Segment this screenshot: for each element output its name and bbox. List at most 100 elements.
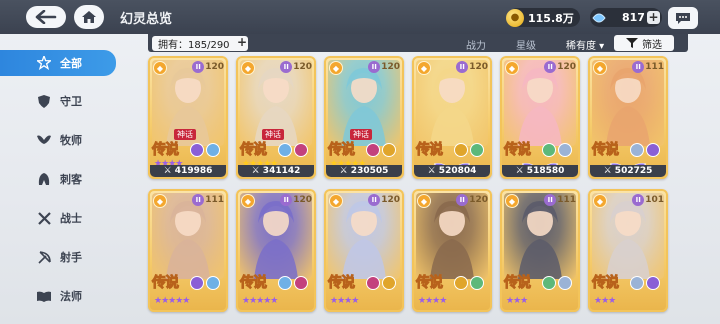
power-value: ⚔ 341142 bbox=[238, 165, 314, 177]
level-badge-icon: II bbox=[368, 61, 381, 73]
rarity-label: 传说 bbox=[416, 275, 444, 292]
filter-bar: 拥有：185/290 + 战力 星级 稀有度 ▾ 筛选 bbox=[148, 34, 688, 52]
level-indicator: II 120 bbox=[368, 61, 400, 73]
class-badge-icon: ◆ bbox=[241, 61, 255, 75]
level-badge-icon: II bbox=[456, 61, 469, 73]
expand-slots-button[interactable]: + bbox=[236, 36, 248, 49]
level-indicator: II 101 bbox=[632, 194, 664, 206]
home-button[interactable] bbox=[74, 5, 104, 29]
level-indicator: II 111 bbox=[632, 61, 664, 73]
filter-button[interactable]: 筛选 bbox=[614, 35, 674, 51]
sidebar-item-warrior[interactable]: 战士 bbox=[0, 206, 116, 230]
level-indicator: II 120 bbox=[280, 61, 312, 73]
power-value: ⚔ 230505 bbox=[326, 165, 402, 177]
level-indicator: II 120 bbox=[192, 61, 224, 73]
spirit-card[interactable]: ◆ II 120 传说 ⚔ 518580 bbox=[500, 56, 580, 179]
top-bar: 幻灵总览 ● 115.8万 817 + bbox=[0, 0, 720, 34]
element-icon bbox=[470, 143, 484, 157]
level-badge-icon: II bbox=[632, 61, 645, 73]
class-badge-icon: ◆ bbox=[329, 194, 343, 208]
sidebar-item-label: 守卫 bbox=[60, 95, 82, 108]
spirit-card[interactable]: ◆ II 111 传说 ⚔ 502725 bbox=[588, 56, 668, 179]
rarity-label: 传说 bbox=[152, 275, 180, 292]
element-icon bbox=[454, 143, 468, 157]
level-badge-icon: II bbox=[192, 194, 205, 206]
element-icon bbox=[630, 276, 644, 290]
gold-currency: ● 115.8万 bbox=[506, 8, 580, 27]
power-value: ⚔ 502725 bbox=[590, 165, 666, 177]
gold-coin-icon: ● bbox=[506, 8, 524, 27]
star-rating: ★★★★★ bbox=[242, 296, 278, 306]
class-badge-icon: ◆ bbox=[241, 194, 255, 208]
element-icon bbox=[190, 143, 204, 157]
star-rating: ★★★★ bbox=[418, 296, 447, 306]
home-icon bbox=[82, 11, 96, 23]
element-icon bbox=[366, 276, 380, 290]
rarity-label: 传说 bbox=[504, 275, 532, 292]
element-icon bbox=[542, 276, 556, 290]
add-gems-button[interactable]: + bbox=[647, 11, 660, 24]
spirit-card[interactable]: ◆ II 120 传说 ★★★★ bbox=[324, 189, 404, 312]
gold-amount: 115.8万 bbox=[528, 11, 574, 25]
spirit-card[interactable]: ◆ II 120 传说 ★★★★ bbox=[412, 189, 492, 312]
level-badge-icon: II bbox=[632, 194, 645, 206]
level-indicator: II 111 bbox=[544, 194, 576, 206]
filter-label: 筛选 bbox=[642, 39, 662, 51]
element-icon bbox=[646, 276, 660, 290]
level-indicator: II 120 bbox=[368, 194, 400, 206]
sidebar-item-guard[interactable]: 守卫 bbox=[0, 89, 116, 113]
sidebar-item-priest[interactable]: 牧师 bbox=[0, 128, 116, 152]
chat-bubble-icon bbox=[676, 12, 690, 24]
class-badge-icon: ◆ bbox=[153, 194, 167, 208]
level-indicator: II 111 bbox=[192, 194, 224, 206]
level-number: 111 bbox=[645, 62, 664, 72]
class-badge-icon: ◆ bbox=[593, 61, 607, 75]
element-icon bbox=[206, 276, 220, 290]
power-value: ⚔ 419986 bbox=[150, 165, 226, 177]
star-rating: ★★★★★ bbox=[154, 296, 190, 306]
element-icon bbox=[366, 143, 380, 157]
sort-rarity-tab[interactable]: 稀有度 ▾ bbox=[566, 37, 604, 52]
spirit-card[interactable]: ◆ II 120 神话 传说 ★★★★★ ⚔ 341142 bbox=[236, 56, 316, 179]
sidebar-item-assassin[interactable]: 刺客 bbox=[0, 167, 116, 191]
level-number: 120 bbox=[381, 62, 400, 72]
class-badge-icon: ◆ bbox=[153, 61, 167, 75]
element-icon bbox=[294, 276, 308, 290]
level-badge-icon: II bbox=[280, 61, 293, 73]
sidebar-item-label: 全部 bbox=[60, 57, 82, 70]
wings-icon bbox=[36, 132, 52, 148]
sidebar-item-all[interactable]: 全部 bbox=[0, 50, 116, 76]
spirit-card[interactable]: ◆ II 120 神话 传说 ★★★★★ ⚔ 230505 bbox=[324, 56, 404, 179]
spirit-card[interactable]: ◆ II 120 传说 ★★★★★ bbox=[236, 189, 316, 312]
element-icon bbox=[558, 276, 572, 290]
level-number: 111 bbox=[205, 195, 224, 205]
sidebar-item-archer[interactable]: 射手 bbox=[0, 245, 116, 269]
shield-icon bbox=[36, 93, 52, 109]
bow-icon bbox=[36, 249, 52, 265]
level-number: 120 bbox=[293, 62, 312, 72]
star-rating: ★★★ bbox=[506, 296, 528, 306]
rarity-label: 传说 bbox=[152, 142, 180, 159]
sort-power-tab[interactable]: 战力 bbox=[466, 37, 486, 52]
spirit-card[interactable]: ◆ II 120 神话 传说 ★★★★ ⚔ 419986 bbox=[148, 56, 228, 179]
spirit-card[interactable]: ◆ II 120 传说 ⚔ 520804 bbox=[412, 56, 492, 179]
chat-button[interactable] bbox=[668, 7, 698, 29]
element-icon bbox=[470, 276, 484, 290]
level-number: 120 bbox=[205, 62, 224, 72]
back-button[interactable] bbox=[26, 6, 66, 28]
level-number: 120 bbox=[293, 195, 312, 205]
element-icon bbox=[278, 276, 292, 290]
sidebar-item-mage[interactable]: 法师 bbox=[0, 284, 116, 308]
level-badge-icon: II bbox=[280, 194, 293, 206]
level-badge-icon: II bbox=[368, 194, 381, 206]
level-indicator: II 120 bbox=[456, 194, 488, 206]
sort-star-tab[interactable]: 星级 bbox=[516, 37, 536, 52]
spirit-card[interactable]: ◆ II 111 传说 ★★★ bbox=[500, 189, 580, 312]
class-badge-icon: ◆ bbox=[417, 61, 431, 75]
element-icon bbox=[454, 276, 468, 290]
element-icon bbox=[646, 143, 660, 157]
element-icon bbox=[542, 143, 556, 157]
spirit-card[interactable]: ◆ II 101 传说 ★★★ bbox=[588, 189, 668, 312]
back-arrow-icon bbox=[35, 10, 57, 24]
spirit-card[interactable]: ◆ II 111 传说 ★★★★★ bbox=[148, 189, 228, 312]
